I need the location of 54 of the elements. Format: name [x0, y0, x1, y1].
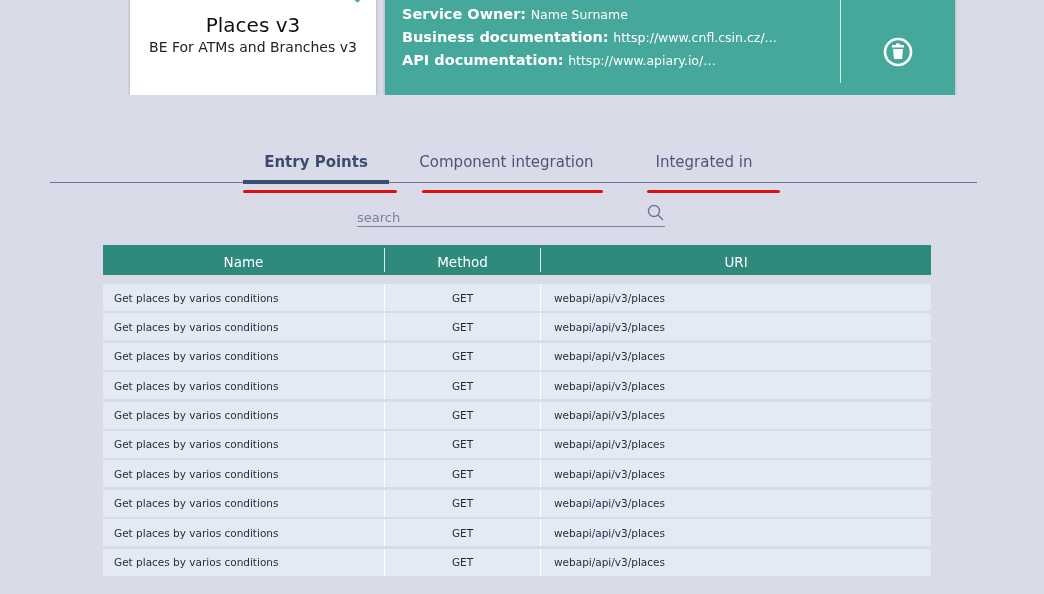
table-cell: webapi/api/v3/places [540, 430, 931, 458]
table-row[interactable]: Get places by varios conditions GET webapi/api/v3/places [103, 313, 931, 341]
detail-line: Service Owner: Name Surname [402, 5, 629, 24]
service-title: Places v3 [205, 13, 301, 37]
table-cell-text: Get places by varios conditions [113, 408, 280, 424]
table-cell: GET [384, 519, 540, 547]
table-row[interactable]: Get places by varios conditions GET webapi/api/v3/places [103, 284, 931, 311]
table-cell-text: Get places by varios conditions [113, 290, 280, 306]
delete-icon[interactable] [883, 37, 913, 67]
column-header: URI [540, 248, 931, 272]
table-cell: webapi/api/v3/places [540, 372, 931, 400]
table-row[interactable]: Get places by varios conditions GET webapi/api/v3/places [103, 548, 931, 576]
table-row[interactable]: Get places by varios conditions GET webapi/api/v3/places [103, 460, 931, 488]
table-cell: GET [384, 313, 540, 341]
table-cell: webapi/api/v3/places [540, 401, 931, 429]
table-row[interactable]: Get places by varios conditions GET webapi/api/v3/places [103, 489, 931, 517]
table-cell-text: Get places by varios conditions [113, 437, 280, 453]
table-cell: GET [384, 548, 540, 576]
table-cell: webapi/api/v3/places [540, 342, 931, 370]
table-row[interactable]: Get places by varios conditions GET webapi/api/v3/places [103, 430, 931, 458]
table-cell-text: Get places by varios conditions [113, 555, 280, 570]
table-cell: GET [384, 401, 540, 429]
tab[interactable]: Component integration [389, 152, 624, 184]
search-field[interactable]: search [357, 210, 647, 226]
table-cell: GET [384, 284, 540, 311]
table-cell: webapi/api/v3/places [540, 313, 931, 341]
table-cell: GET [384, 342, 540, 370]
column-header: Name [222, 253, 265, 272]
table-cell-text: Get places by varios conditions [113, 349, 280, 365]
table-row[interactable]: Get places by varios conditions GET webapi/api/v3/places [103, 401, 931, 429]
table-cell: GET [384, 489, 540, 517]
column-header: Method [384, 248, 540, 272]
table-cell-text: Get places by varios conditions [113, 466, 280, 482]
detail-line: Business documentation: httsp://www.cnfl.csin.cz/… [402, 28, 779, 47]
table-cell-text: Get places by varios conditions [113, 496, 280, 512]
table-cell: webapi/api/v3/places [540, 460, 931, 488]
table-cell-text: Get places by varios conditions [113, 319, 280, 335]
table-cell: webapi/api/v3/places [540, 489, 931, 517]
table-row[interactable]: Get places by varios conditions GET webapi/api/v3/places [103, 342, 931, 370]
table-cell: GET [384, 430, 540, 458]
table-cell: GET [384, 460, 540, 488]
service-subtitle: BE For ATMs and Branches v3 [149, 39, 357, 55]
search-icon[interactable] [647, 204, 665, 222]
table-row[interactable]: Get places by varios conditions GET webapi/api/v3/places [103, 372, 931, 400]
table-cell: webapi/api/v3/places [540, 519, 931, 547]
table-row[interactable]: Get places by varios conditions GET webapi/api/v3/places [103, 519, 931, 547]
detail-line: API documentation: httsp://www.apiary.io/… [402, 51, 717, 70]
table-cell: GET [384, 372, 540, 400]
table-cell-text: Get places by varios conditions [113, 525, 280, 541]
table-cell-text: Get places by varios conditions [113, 378, 280, 394]
tab[interactable]: Entry Points [243, 152, 389, 184]
table-cell: webapi/api/v3/places [540, 284, 931, 311]
tab[interactable]: Integrated in [624, 152, 784, 184]
table-cell: webapi/api/v3/places [540, 548, 931, 576]
